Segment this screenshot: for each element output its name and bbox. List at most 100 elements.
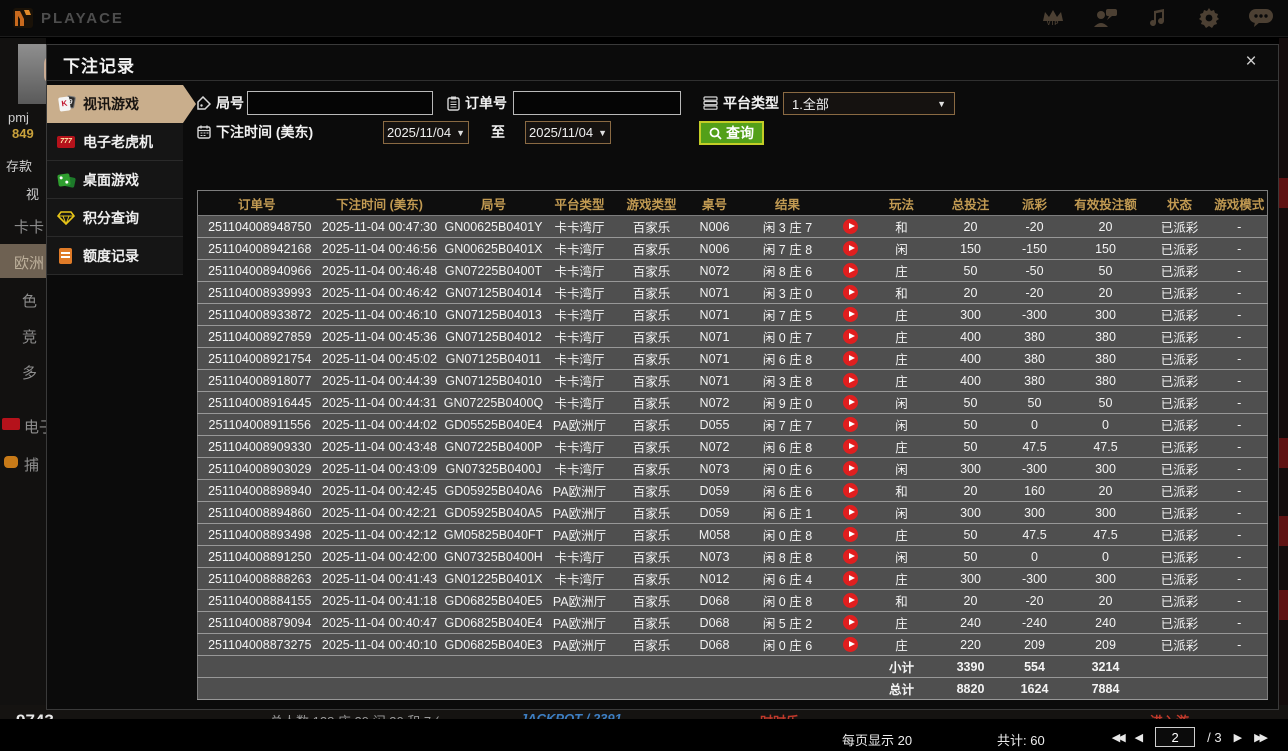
replay-play-icon[interactable] xyxy=(843,263,858,279)
cell-bet: 220 xyxy=(935,633,1006,656)
service-icon[interactable] xyxy=(1092,4,1118,32)
date-from-select[interactable]: 2025/11/04 ▼ xyxy=(383,121,469,144)
cell-status: 已派彩 xyxy=(1147,347,1212,370)
cell-payout: 47.5 xyxy=(1005,523,1064,546)
subtotal-bet: 3390 xyxy=(935,655,1006,678)
replay-play-icon[interactable] xyxy=(843,395,858,411)
cell-order: 251104008921754 xyxy=(197,347,316,370)
bet-records-table: 订单号 下注时间 (美东) 局号 平台类型 游戏类型 桌号 结果 玩法 总投注 … xyxy=(197,190,1268,700)
sidebar-item-label: 视讯游戏 xyxy=(83,95,139,112)
last-page-icon[interactable]: ▶▶ xyxy=(1254,731,1268,744)
cell-bet: 20 xyxy=(935,479,1006,502)
replay-play-icon[interactable] xyxy=(843,219,858,235)
cell-bet_type: 庄 xyxy=(867,523,936,546)
replay-play-icon[interactable] xyxy=(843,417,858,433)
cell-order: 251104008942168 xyxy=(197,237,316,260)
cell-game: 百家乐 xyxy=(615,589,688,612)
prev-page-icon[interactable]: ◀ xyxy=(1135,731,1143,744)
cell-table: N071 xyxy=(687,347,742,370)
cell-time: 2025-11-04 00:45:02 xyxy=(315,347,444,370)
cell-result: 闲 0 庄 8 xyxy=(741,589,834,612)
sidebar-item-table-games[interactable]: 桌面游戏 xyxy=(47,161,183,199)
close-icon[interactable]: × xyxy=(1238,49,1264,75)
total-payout: 1624 xyxy=(1005,677,1064,700)
cell-mode: - xyxy=(1211,611,1268,634)
cell-hall: PA欧洲厅 xyxy=(543,523,616,546)
first-page-icon[interactable]: ◀◀ xyxy=(1112,731,1126,744)
cell-hall: PA欧洲厅 xyxy=(543,413,616,436)
sidebar-item-video-games[interactable]: 9K 视讯游戏 xyxy=(47,85,196,123)
query-button[interactable]: 查询 xyxy=(699,121,764,145)
cell-bet_type: 闲 xyxy=(867,457,936,480)
total-valid: 7884 xyxy=(1063,677,1148,700)
vip-crown-icon[interactable]: VIP xyxy=(1040,4,1066,32)
replay-play-icon[interactable] xyxy=(843,549,858,565)
cell-payout: 47.5 xyxy=(1005,435,1064,458)
table-row: 251104008918077 2025-11-04 00:44:39 GN0712… xyxy=(197,369,1268,392)
replay-play-icon[interactable] xyxy=(843,373,858,389)
cell-time: 2025-11-04 00:43:48 xyxy=(315,435,444,458)
cell-bet_type: 庄 xyxy=(867,369,936,392)
cell-table: D059 xyxy=(687,479,742,502)
cell-round: GN07125B04011 xyxy=(443,347,544,370)
cell-hall: 卡卡湾厅 xyxy=(543,347,616,370)
cell-game: 百家乐 xyxy=(615,303,688,326)
cell-result: 闲 3 庄 7 xyxy=(741,215,834,238)
cell-payout: 0 xyxy=(1005,413,1064,436)
replay-play-icon[interactable] xyxy=(843,637,858,653)
cell-status: 已派彩 xyxy=(1147,545,1212,568)
replay-play-icon[interactable] xyxy=(843,461,858,477)
replay-play-icon[interactable] xyxy=(843,307,858,323)
replay-play-icon[interactable] xyxy=(843,439,858,455)
bg-slot-icon xyxy=(2,418,20,430)
cell-valid: 0 xyxy=(1063,545,1148,568)
cell-status: 已派彩 xyxy=(1147,281,1212,304)
cell-valid: 300 xyxy=(1063,303,1148,326)
sidebar-item-points[interactable]: 积分查询 xyxy=(47,199,183,237)
replay-play-icon[interactable] xyxy=(843,241,858,257)
replay-play-icon[interactable] xyxy=(843,329,858,345)
replay-play-icon[interactable] xyxy=(843,505,858,521)
cell-table: D068 xyxy=(687,589,742,612)
platform-select[interactable]: 1.全部 ▼ xyxy=(783,92,955,115)
replay-play-icon[interactable] xyxy=(843,527,858,543)
page-input[interactable] xyxy=(1155,727,1196,747)
order-input[interactable] xyxy=(513,91,681,115)
cell-order: 251104008918077 xyxy=(197,369,316,392)
sidebar-item-slots[interactable]: 777 电子老虎机 xyxy=(47,123,183,161)
cell-payout: 0 xyxy=(1005,545,1064,568)
cell-order: 251104008888263 xyxy=(197,567,316,590)
replay-play-icon[interactable] xyxy=(843,351,858,367)
replay-play-icon[interactable] xyxy=(843,571,858,587)
cell-order: 251104008894860 xyxy=(197,501,316,524)
table-row: 251104008888263 2025-11-04 00:41:43 GN0122… xyxy=(197,567,1268,590)
replay-play-icon[interactable] xyxy=(843,593,858,609)
cell-game: 百家乐 xyxy=(615,457,688,480)
table-header-row: 订单号 下注时间 (美东) 局号 平台类型 游戏类型 桌号 结果 玩法 总投注 … xyxy=(197,190,1268,216)
cell-valid: 50 xyxy=(1063,391,1148,414)
chat-icon[interactable] xyxy=(1248,4,1274,32)
settings-icon[interactable] xyxy=(1196,4,1222,32)
music-icon[interactable] xyxy=(1144,4,1170,32)
clipboard-icon xyxy=(447,96,460,111)
cell-result: 闲 6 庄 1 xyxy=(741,501,834,524)
cell-round: GN07125B04012 xyxy=(443,325,544,348)
cell-play xyxy=(833,237,868,260)
next-page-icon[interactable]: ▶ xyxy=(1234,731,1242,744)
date-to-select[interactable]: 2025/11/04 ▼ xyxy=(525,121,611,144)
replay-play-icon[interactable] xyxy=(843,615,858,631)
bg-shishile: 时时乐 xyxy=(760,711,799,719)
tag-icon xyxy=(197,96,211,110)
sidebar-item-credit-records[interactable]: 额度记录 xyxy=(47,237,183,275)
cell-order: 251104008933872 xyxy=(197,303,316,326)
cell-bet: 400 xyxy=(935,347,1006,370)
cell-payout: -150 xyxy=(1005,237,1064,260)
cell-hall: PA欧洲厅 xyxy=(543,611,616,634)
cell-mode: - xyxy=(1211,523,1268,546)
cell-round: GN00625B0401Y xyxy=(443,215,544,238)
round-input[interactable] xyxy=(247,91,433,115)
cell-time: 2025-11-04 00:44:02 xyxy=(315,413,444,436)
replay-play-icon[interactable] xyxy=(843,483,858,499)
replay-play-icon[interactable] xyxy=(843,285,858,301)
cell-order: 251104008939993 xyxy=(197,281,316,304)
